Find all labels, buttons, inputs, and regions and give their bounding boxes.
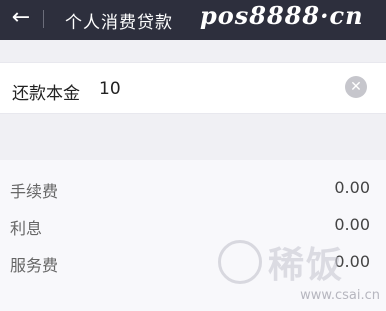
watermark-logo: 稀饭 www.csai.cn xyxy=(218,232,386,311)
app-header: ← 个人消费贷款 pos8888·cn xyxy=(0,0,386,40)
fee-label: 服务费 xyxy=(10,256,59,275)
repayment-principal-input[interactable]: 10 xyxy=(99,79,121,99)
section-gap xyxy=(0,114,386,160)
arrow-left-icon[interactable]: ← xyxy=(8,5,34,31)
page-title: 个人消费贷款 xyxy=(65,13,173,33)
watermark-brand: 稀饭 xyxy=(268,245,345,286)
section-gap xyxy=(0,40,386,62)
clear-icon[interactable]: ✕ xyxy=(345,76,367,98)
fee-value: 0.00 xyxy=(334,178,370,197)
watermark-circle-icon xyxy=(218,240,262,284)
repayment-principal-row[interactable]: 还款本金 10 ✕ xyxy=(0,62,386,114)
watermark-text: pos8888·cn xyxy=(200,1,364,30)
fee-row-handling: 手续费 0.00 xyxy=(0,174,386,204)
fee-label: 利息 xyxy=(10,219,43,238)
watermark-site: www.csai.cn xyxy=(300,288,380,303)
repayment-principal-label: 还款本金 xyxy=(12,84,80,104)
header-divider xyxy=(43,10,44,28)
fee-label: 手续费 xyxy=(10,182,59,201)
